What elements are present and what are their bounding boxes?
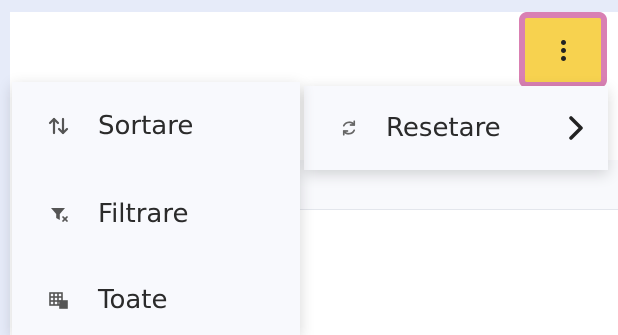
menu-item-filter[interactable]: Filtrare: [12, 184, 300, 244]
filter-icon: [48, 205, 70, 223]
submenu-reset[interactable]: Resetare: [304, 86, 608, 170]
grid-settings-icon: [48, 290, 70, 310]
reset-icon: [340, 119, 358, 137]
menu-item-all[interactable]: Toate: [12, 270, 300, 330]
screen: Resetare Sortare Filtrare Toate: [0, 0, 618, 335]
menu-item-sort-label: Sortare: [98, 111, 194, 141]
more-vertical-icon: [560, 39, 566, 61]
sort-icon: [48, 116, 70, 136]
menu-item-filter-label: Filtrare: [98, 199, 189, 229]
chevron-right-icon: [566, 114, 586, 142]
menu-item-all-label: Toate: [98, 285, 168, 315]
context-menu: Sortare Filtrare Toate: [12, 82, 300, 335]
menu-item-sort[interactable]: Sortare: [12, 96, 300, 156]
more-options-button[interactable]: [519, 12, 607, 88]
submenu-reset-label: Resetare: [386, 113, 501, 143]
